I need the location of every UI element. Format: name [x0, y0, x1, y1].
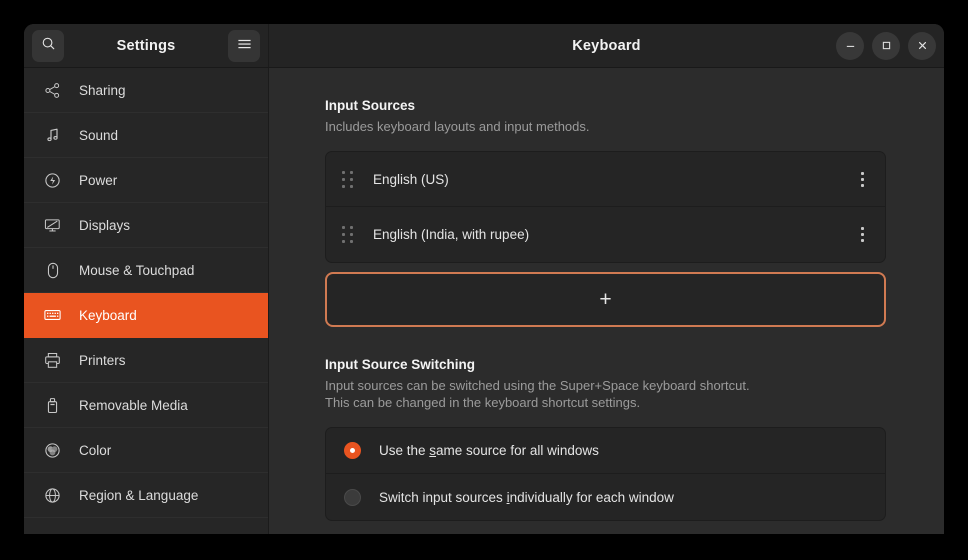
section-spacer	[325, 327, 886, 357]
sidebar-item-label: Printers	[79, 353, 126, 368]
sidebar-item-label: Sharing	[79, 83, 126, 98]
radio-selected-icon[interactable]	[344, 442, 361, 459]
usb-drive-icon	[44, 397, 61, 414]
input-source-name: English (India, with rupee)	[373, 227, 853, 242]
switching-option-label: Switch input sources individually for ea…	[379, 490, 674, 505]
input-sources-description: Includes keyboard layouts and input meth…	[325, 118, 886, 135]
switching-option-label: Use the same source for all windows	[379, 443, 599, 458]
option-text-post: ndividually for each window	[510, 490, 674, 505]
window-body: Online Accounts Sharing	[24, 68, 944, 534]
mouse-icon	[44, 262, 61, 279]
maximize-icon	[881, 40, 892, 51]
main-menu-button[interactable]	[228, 30, 260, 62]
plus-icon: +	[599, 289, 611, 310]
sidebar-item-sharing[interactable]: Sharing	[24, 68, 269, 113]
screen: Settings Keyboard	[0, 0, 968, 560]
color-wheel-icon	[44, 442, 61, 459]
switching-description-line-2: This can be changed in the keyboard shor…	[325, 394, 886, 411]
sidebar-item-label: Displays	[79, 218, 130, 233]
settings-sidebar[interactable]: Online Accounts Sharing	[24, 68, 269, 534]
input-sources-list: English (US) English (India, with rupee)	[325, 151, 886, 263]
input-source-row[interactable]: English (India, with rupee)	[326, 207, 885, 262]
switching-option-same-source[interactable]: Use the same source for all windows	[326, 428, 885, 474]
more-options-icon[interactable]	[853, 170, 871, 188]
switching-option-individual[interactable]: Switch input sources individually for ea…	[326, 474, 885, 520]
maximize-button[interactable]	[872, 32, 900, 60]
input-source-switching-description: Input sources can be switched using the …	[325, 377, 886, 411]
sidebar-item-label: Keyboard	[79, 308, 137, 323]
sidebar-item-label: Region & Language	[79, 488, 198, 503]
window-header-bar: Settings Keyboard	[24, 24, 944, 68]
settings-window: Settings Keyboard	[24, 24, 944, 534]
sidebar-item-printers[interactable]: Printers	[24, 338, 269, 383]
keyboard-settings-panel: Input Sources Includes keyboard layouts …	[269, 68, 944, 534]
printer-icon	[44, 352, 61, 369]
close-icon	[917, 40, 928, 51]
input-source-row[interactable]: English (US)	[326, 152, 885, 207]
search-button[interactable]	[32, 30, 64, 62]
option-text-post: ame source for all windows	[436, 443, 599, 458]
sidebar-item-label: Mouse & Touchpad	[79, 263, 194, 278]
content-header: Keyboard	[269, 24, 944, 67]
sidebar-item-region-language[interactable]: Region & Language	[24, 473, 269, 518]
minimize-button[interactable]	[836, 32, 864, 60]
input-source-name: English (US)	[373, 172, 853, 187]
sidebar-item-label: Removable Media	[79, 398, 188, 413]
sidebar-list: Online Accounts Sharing	[24, 68, 269, 518]
sidebar-item-keyboard[interactable]: Keyboard	[24, 293, 269, 338]
drag-handle-icon[interactable]	[342, 171, 353, 188]
settings-title: Settings	[64, 38, 228, 54]
sidebar-item-power[interactable]: Power	[24, 158, 269, 203]
window-controls	[836, 32, 936, 60]
sidebar-item-removable-media[interactable]: Removable Media	[24, 383, 269, 428]
hamburger-menu-icon	[237, 37, 252, 55]
close-button[interactable]	[908, 32, 936, 60]
sidebar-item-mouse-touchpad[interactable]: Mouse & Touchpad	[24, 248, 269, 293]
option-text-pre: Switch input sources	[379, 490, 507, 505]
more-options-icon[interactable]	[853, 226, 871, 244]
option-text-pre: Use the	[379, 443, 429, 458]
sidebar-header: Settings	[24, 24, 269, 67]
sidebar-item-label: Sound	[79, 128, 118, 143]
minimize-icon	[845, 40, 856, 51]
sidebar-item-color[interactable]: Color	[24, 428, 269, 473]
sidebar-item-sound[interactable]: Sound	[24, 113, 269, 158]
add-input-source-button[interactable]: +	[325, 272, 886, 327]
search-icon	[41, 36, 56, 56]
drag-handle-icon[interactable]	[342, 226, 353, 243]
input-sources-heading: Input Sources	[325, 98, 886, 113]
sidebar-item-label: Color	[79, 443, 111, 458]
sidebar-item-label: Power	[79, 173, 117, 188]
input-source-switching-heading: Input Source Switching	[325, 357, 886, 372]
sidebar-item-displays[interactable]: Displays	[24, 203, 269, 248]
radio-unselected-icon[interactable]	[344, 489, 361, 506]
globe-icon	[44, 487, 61, 504]
keyboard-icon	[44, 307, 61, 324]
switching-options-list: Use the same source for all windows Swit…	[325, 427, 886, 521]
share-icon	[44, 82, 61, 99]
display-icon	[44, 217, 61, 234]
switching-description-line-1: Input sources can be switched using the …	[325, 377, 886, 394]
music-note-icon	[44, 127, 61, 144]
power-icon	[44, 172, 61, 189]
